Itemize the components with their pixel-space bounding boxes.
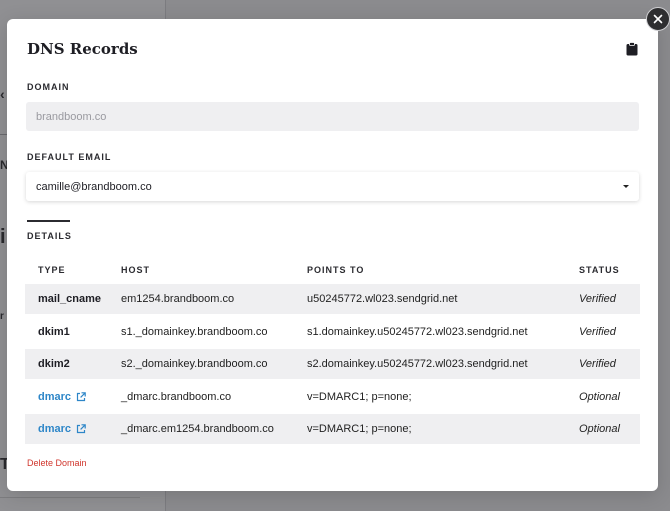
record-host: s1._domainkey.brandboom.co (121, 325, 268, 338)
record-status: Verified (579, 358, 616, 370)
record-status: Verified (579, 325, 616, 338)
record-points-to: s2.domainkey.u50245772.wl023.sendgrid.ne… (307, 358, 528, 370)
record-status: Verified (579, 293, 616, 305)
default-email-label: DEFAULT EMAIL (27, 152, 112, 162)
dmarc-link[interactable]: dmarc (38, 382, 86, 412)
header-points-to: POINTS TO (307, 265, 365, 275)
record-points-to: v=DMARC1; p=none; (307, 390, 412, 403)
record-points-to: s1.domainkey.u50245772.wl023.sendgrid.ne… (307, 325, 528, 338)
record-host: s2._domainkey.brandboom.co (121, 358, 268, 370)
delete-domain-link[interactable]: Delete Domain (27, 458, 87, 468)
background-text: ‹ (0, 86, 5, 102)
table-header: TYPE HOST POINTS TO STATUS (25, 256, 640, 284)
record-type: dkim2 (38, 358, 70, 370)
external-link-icon (76, 424, 86, 434)
background-text: i (0, 226, 6, 248)
close-icon (653, 14, 663, 24)
close-button[interactable] (646, 7, 670, 31)
external-link-icon (76, 391, 86, 401)
header-status: STATUS (579, 265, 620, 275)
table-row: dkim2 s2._domainkey.brandboom.co s2.doma… (25, 349, 640, 379)
record-status: Optional (579, 390, 620, 403)
header-host: HOST (121, 265, 151, 275)
record-type: dmarc (38, 390, 72, 403)
domain-label: DOMAIN (27, 82, 70, 92)
record-host: em1254.brandboom.co (121, 293, 235, 305)
record-points-to: v=DMARC1; p=none; (307, 423, 412, 435)
record-status: Optional (579, 423, 620, 435)
table-row: dmarc _dmarc.brandboom.co v=DMARC1; p=no… (25, 382, 640, 412)
chevron-down-icon (623, 185, 629, 188)
table-row: dmarc _dmarc.em1254.brandboom.co v=DMARC… (25, 414, 640, 444)
clipboard-icon[interactable] (626, 42, 638, 56)
default-email-select[interactable]: camille@brandboom.co (26, 172, 639, 201)
table-row: mail_cname em1254.brandboom.co u50245772… (25, 284, 640, 314)
background-separator (0, 497, 140, 498)
record-host: _dmarc.em1254.brandboom.co (121, 423, 274, 435)
domain-field[interactable]: brandboom.co (26, 102, 639, 131)
tab-active-indicator (27, 220, 70, 222)
background-text: r (0, 311, 4, 322)
record-type: mail_cname (38, 293, 101, 305)
header-type: TYPE (38, 265, 66, 275)
default-email-value: camille@brandboom.co (36, 180, 152, 193)
table-row: dkim1 s1._domainkey.brandboom.co s1.doma… (25, 317, 640, 347)
dns-records-modal: DNS Records DOMAIN brandboom.co DEFAULT … (7, 19, 658, 491)
record-points-to: u50245772.wl023.sendgrid.net (307, 293, 458, 305)
modal-title: DNS Records (27, 40, 138, 58)
record-type: dkim1 (38, 325, 70, 338)
record-type: dmarc (38, 423, 72, 435)
tab-details[interactable]: DETAILS (27, 231, 72, 241)
dmarc-link[interactable]: dmarc (38, 414, 86, 444)
dns-records-table: TYPE HOST POINTS TO STATUS mail_cname em… (25, 256, 640, 447)
record-host: _dmarc.brandboom.co (121, 390, 232, 403)
